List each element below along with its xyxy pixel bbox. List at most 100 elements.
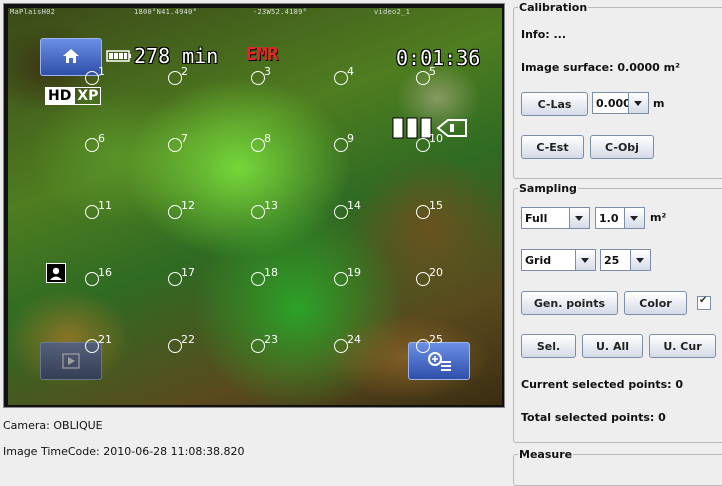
contact-icon — [46, 263, 66, 283]
overlay-site: MaPlaisH02 — [10, 8, 56, 16]
sample-point-label: 11 — [98, 199, 112, 212]
gen-points-button[interactable]: Gen. points — [521, 291, 618, 315]
sample-point-ring — [168, 339, 182, 353]
sample-point-ring — [251, 138, 265, 152]
sample-point[interactable]: 21 — [85, 333, 112, 353]
sample-point-label: 16 — [98, 266, 112, 279]
battery-icon — [106, 50, 131, 62]
sample-point[interactable]: 18 — [251, 266, 278, 286]
elapsed-time: 0:01:36 — [396, 46, 481, 70]
sample-point-ring — [416, 138, 430, 152]
sample-point[interactable]: 14 — [334, 199, 361, 219]
sample-point-ring — [251, 205, 265, 219]
chevron-down-icon[interactable] — [628, 93, 648, 113]
c-obj-button[interactable]: C-Obj — [590, 135, 654, 159]
sample-point[interactable]: 17 — [168, 266, 195, 286]
c-est-button[interactable]: C-Est — [521, 135, 584, 159]
chevron-down-icon[interactable] — [630, 250, 650, 270]
sample-point[interactable]: 4 — [334, 65, 354, 85]
sample-point-label: 2 — [181, 65, 188, 78]
sample-point[interactable]: 2 — [168, 65, 188, 85]
video-view[interactable]: MaPlaisH02 1800°N41.4940° -23W52.4189° v… — [8, 8, 502, 405]
sampling-size-unit: m² — [650, 211, 667, 224]
sample-point[interactable]: 9 — [334, 132, 354, 152]
sample-point[interactable]: 5 — [416, 65, 436, 85]
sample-point[interactable]: 8 — [251, 132, 271, 152]
sample-point-ring — [334, 272, 348, 286]
timecode-label: Image TimeCode: 2010-06-28 11:08:38.820 — [3, 445, 245, 458]
sample-point-label: 14 — [347, 199, 361, 212]
sample-point[interactable]: 10 — [416, 132, 443, 152]
sample-point-ring — [168, 205, 182, 219]
distance-value: 0.000 — [596, 97, 631, 110]
sample-point-label: 6 — [98, 132, 105, 145]
distance-select[interactable]: 0.000 — [592, 92, 649, 114]
sample-point[interactable]: 24 — [334, 333, 361, 353]
calibration-title: Calibration — [518, 1, 589, 14]
sampling-pattern-value: Grid — [525, 254, 552, 267]
sample-point[interactable]: 15 — [416, 199, 443, 219]
total-selected-label: Total selected points: 0 — [521, 411, 666, 424]
sample-point[interactable]: 7 — [168, 132, 188, 152]
sample-point[interactable]: 23 — [251, 333, 278, 353]
camera-label: Camera: OBLIQUE — [3, 419, 103, 432]
sample-point[interactable]: 20 — [416, 266, 443, 286]
sample-point[interactable]: 16 — [85, 266, 112, 286]
color-checkbox[interactable] — [697, 295, 711, 310]
sample-point[interactable]: 13 — [251, 199, 278, 219]
sampling-title: Sampling — [518, 182, 578, 195]
overlay-lon: -23W52.4189° — [253, 8, 308, 16]
sample-point-ring — [85, 339, 99, 353]
color-button[interactable]: Color — [624, 291, 687, 315]
sel-button[interactable]: Sel. — [521, 334, 576, 358]
sample-point-label: 3 — [264, 65, 271, 78]
sample-point-label: 24 — [347, 333, 361, 346]
chevron-down-icon[interactable] — [575, 250, 595, 270]
sample-point[interactable]: 25 — [416, 333, 443, 353]
sample-point-label: 10 — [429, 132, 443, 145]
chevron-down-icon[interactable] — [624, 208, 644, 228]
sample-point-label: 18 — [264, 266, 278, 279]
sample-point-ring — [251, 272, 265, 286]
c-las-button[interactable]: C-Las — [521, 92, 588, 116]
image-surface-label: Image surface: 0.0000 m² — [521, 61, 680, 74]
u-cur-button[interactable]: U. Cur — [649, 334, 716, 358]
overlay-lat: 1800°N41.4940° — [134, 8, 198, 16]
calibration-info: Info: ... — [521, 28, 567, 41]
sample-point[interactable]: 22 — [168, 333, 195, 353]
sampling-count-value: 25 — [604, 254, 620, 267]
sample-point-ring — [168, 138, 182, 152]
chevron-down-icon[interactable] — [569, 208, 589, 228]
sample-point-label: 20 — [429, 266, 443, 279]
home-icon — [63, 49, 79, 63]
sampling-count-select[interactable]: 25 — [600, 249, 651, 271]
sample-point-label: 1 — [98, 65, 105, 78]
hdxp-badge: HD XP — [45, 87, 102, 108]
sample-point[interactable]: 6 — [85, 132, 105, 152]
recording-time: 278 min — [134, 44, 219, 68]
sample-point[interactable]: 1 — [85, 65, 105, 85]
sample-point[interactable]: 11 — [85, 199, 112, 219]
sample-point-ring — [416, 339, 430, 353]
sample-point-ring — [85, 272, 99, 286]
sample-point-label: 19 — [347, 266, 361, 279]
sample-point-ring — [334, 339, 348, 353]
current-selected-label: Current selected points: 0 — [521, 378, 684, 391]
distance-unit: m — [653, 97, 665, 110]
sample-point-ring — [416, 71, 430, 85]
sample-point[interactable]: 12 — [168, 199, 195, 219]
u-all-button[interactable]: U. All — [582, 334, 643, 358]
sample-point-ring — [416, 205, 430, 219]
sampling-size-select[interactable]: 1.0 — [595, 207, 645, 229]
sampling-mode-select[interactable]: Full — [521, 207, 590, 229]
sample-point[interactable]: 19 — [334, 266, 361, 286]
sample-point-ring — [416, 272, 430, 286]
sample-point-label: 9 — [347, 132, 354, 145]
sample-point[interactable]: 3 — [251, 65, 271, 85]
sample-point-ring — [85, 71, 99, 85]
sampling-pattern-select[interactable]: Grid — [521, 249, 596, 271]
sample-point-label: 17 — [181, 266, 195, 279]
sample-point-ring — [251, 339, 265, 353]
measure-title: Measure — [518, 448, 574, 461]
sample-point-ring — [85, 138, 99, 152]
